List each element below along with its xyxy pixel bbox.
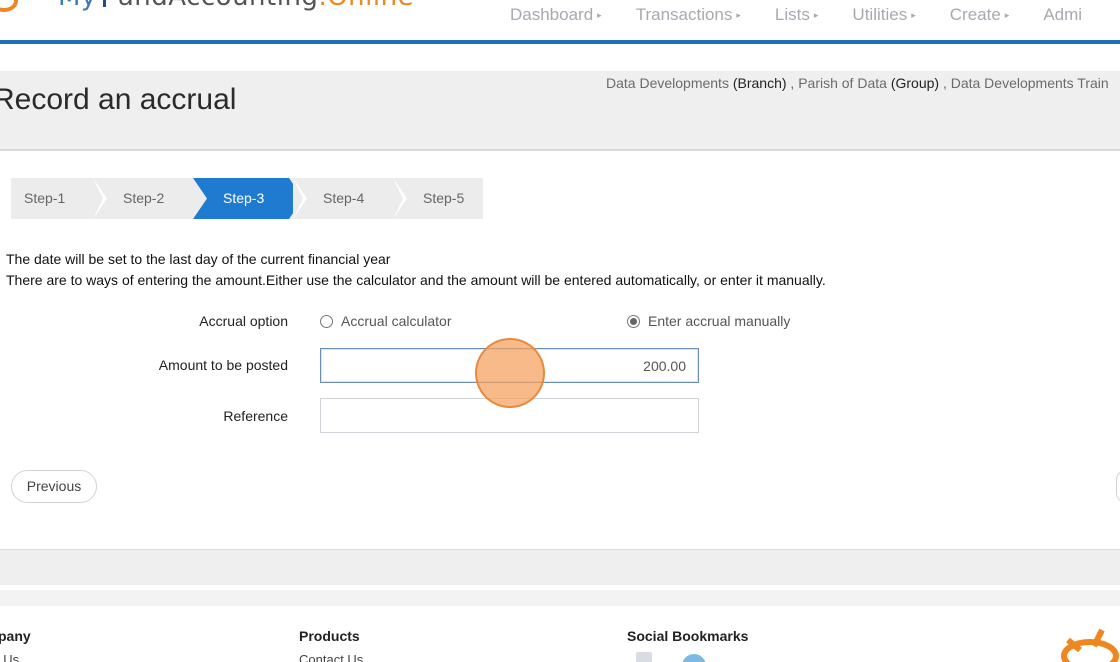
accrual-option-label: Accrual option bbox=[199, 313, 288, 329]
caret-right-icon: ▸ bbox=[813, 9, 819, 20]
step-3-active[interactable]: Step-3 bbox=[193, 178, 303, 219]
step-1[interactable]: Step-1 bbox=[24, 178, 65, 219]
nav-admin[interactable]: Admi bbox=[1043, 5, 1082, 25]
twitter-icon[interactable] bbox=[682, 654, 706, 662]
footer-company-heading: pany bbox=[0, 628, 31, 644]
crumb-org-name: Data Developments Train bbox=[950, 75, 1109, 91]
crumb-separator: , bbox=[942, 75, 947, 91]
step-2[interactable]: Step-2 bbox=[123, 178, 164, 219]
footer-products-heading: Products bbox=[299, 628, 360, 644]
crumb-separator: , bbox=[790, 75, 795, 91]
social-icons bbox=[636, 652, 716, 662]
nav-dashboard-label: Dashboard bbox=[510, 5, 594, 24]
crumb-group-name: Parish of Data bbox=[798, 75, 887, 91]
click-indicator bbox=[475, 338, 545, 408]
nav-dashboard[interactable]: Dashboard ▸ bbox=[510, 5, 602, 25]
caret-right-icon: ▸ bbox=[597, 9, 602, 20]
instructions: The date will be set to the last day of … bbox=[6, 249, 826, 290]
step-progress: Step-1 Step-2 Step-3 Step-4 Step-5 bbox=[11, 178, 483, 219]
footer-contact-link[interactable]: Contact Us bbox=[299, 652, 363, 662]
crumb-group-tag: (Group) bbox=[890, 75, 940, 91]
radio-on-icon bbox=[627, 314, 640, 328]
radio-enter-manually-label: Enter accrual manually bbox=[648, 313, 791, 329]
instruction-line-2: There are to ways of entering the amount… bbox=[6, 271, 826, 288]
facebook-icon[interactable] bbox=[636, 652, 652, 662]
nav-lists-label: Lists bbox=[774, 5, 810, 24]
footer-logo-mark-icon bbox=[1046, 626, 1120, 662]
amount-label: Amount to be posted bbox=[158, 357, 288, 373]
caret-right-icon: ▸ bbox=[1004, 9, 1010, 20]
radio-enter-manually[interactable]: Enter accrual manually bbox=[627, 313, 790, 329]
radio-off-icon bbox=[320, 314, 333, 328]
step-chevron-icon bbox=[293, 178, 307, 219]
top-header: MyandAccounting.Online Dashboard▸ Transa… bbox=[0, 0, 1120, 44]
nav-admin-label: Admi bbox=[1043, 5, 1083, 24]
nav-create[interactable]: Create ▸ bbox=[950, 5, 1010, 25]
step-5[interactable]: Step-5 bbox=[423, 178, 464, 219]
footer-about-link[interactable]: t Us bbox=[0, 652, 19, 662]
step-3-label: Step-3 bbox=[223, 190, 265, 206]
footer-band bbox=[0, 549, 1120, 585]
step-chevron-icon bbox=[93, 178, 107, 219]
nav-utilities-label: Utilities bbox=[852, 5, 908, 24]
caret-right-icon: ▸ bbox=[736, 9, 741, 20]
reference-label: Reference bbox=[223, 408, 288, 424]
logo-mark-icon bbox=[0, 0, 20, 12]
caret-right-icon: ▸ bbox=[911, 9, 916, 20]
nav-lists[interactable]: Lists ▸ bbox=[775, 5, 819, 25]
footer-social-heading: Social Bookmarks bbox=[627, 628, 749, 644]
logo-text-online: .Online bbox=[318, 0, 414, 12]
logo-text: My andAccounting.Online bbox=[58, 0, 414, 12]
nav-transactions-label: Transactions bbox=[635, 5, 733, 24]
brand-logo[interactable]: My andAccounting.Online bbox=[0, 0, 414, 12]
logo-text-and: and bbox=[118, 0, 168, 12]
previous-button[interactable]: Previous bbox=[11, 470, 97, 503]
next-button-edge[interactable] bbox=[1116, 470, 1120, 503]
logo-text-accounting: Accounting bbox=[168, 0, 318, 12]
title-band: Record an accrual Data Developments (Bra… bbox=[0, 71, 1120, 151]
nav-utilities[interactable]: Utilities ▸ bbox=[852, 5, 915, 25]
crumb-branch-tag: (Branch) bbox=[732, 75, 787, 91]
main-nav: Dashboard ▸ Transactions ▸ Lists ▸ Utilitie… bbox=[510, 5, 1116, 25]
logo-divider bbox=[102, 0, 106, 7]
radio-accrual-calculator-label: Accrual calculator bbox=[341, 313, 452, 329]
footer-separator bbox=[0, 590, 1120, 606]
logo-text-my: My bbox=[58, 0, 97, 12]
radio-accrual-calculator[interactable]: Accrual calculator bbox=[320, 313, 452, 329]
step-4[interactable]: Step-4 bbox=[323, 178, 364, 219]
step-chevron-icon bbox=[393, 178, 407, 219]
page-title: Record an accrual bbox=[0, 83, 237, 116]
crumb-branch-name: Data Developments bbox=[606, 75, 729, 91]
instruction-line-1: The date will be set to the last day of … bbox=[6, 251, 391, 267]
nav-create-label: Create bbox=[949, 5, 1001, 24]
nav-transactions[interactable]: Transactions ▸ bbox=[636, 5, 741, 25]
context-breadcrumb: Data Developments (Branch) , Parish of D… bbox=[606, 75, 1109, 91]
